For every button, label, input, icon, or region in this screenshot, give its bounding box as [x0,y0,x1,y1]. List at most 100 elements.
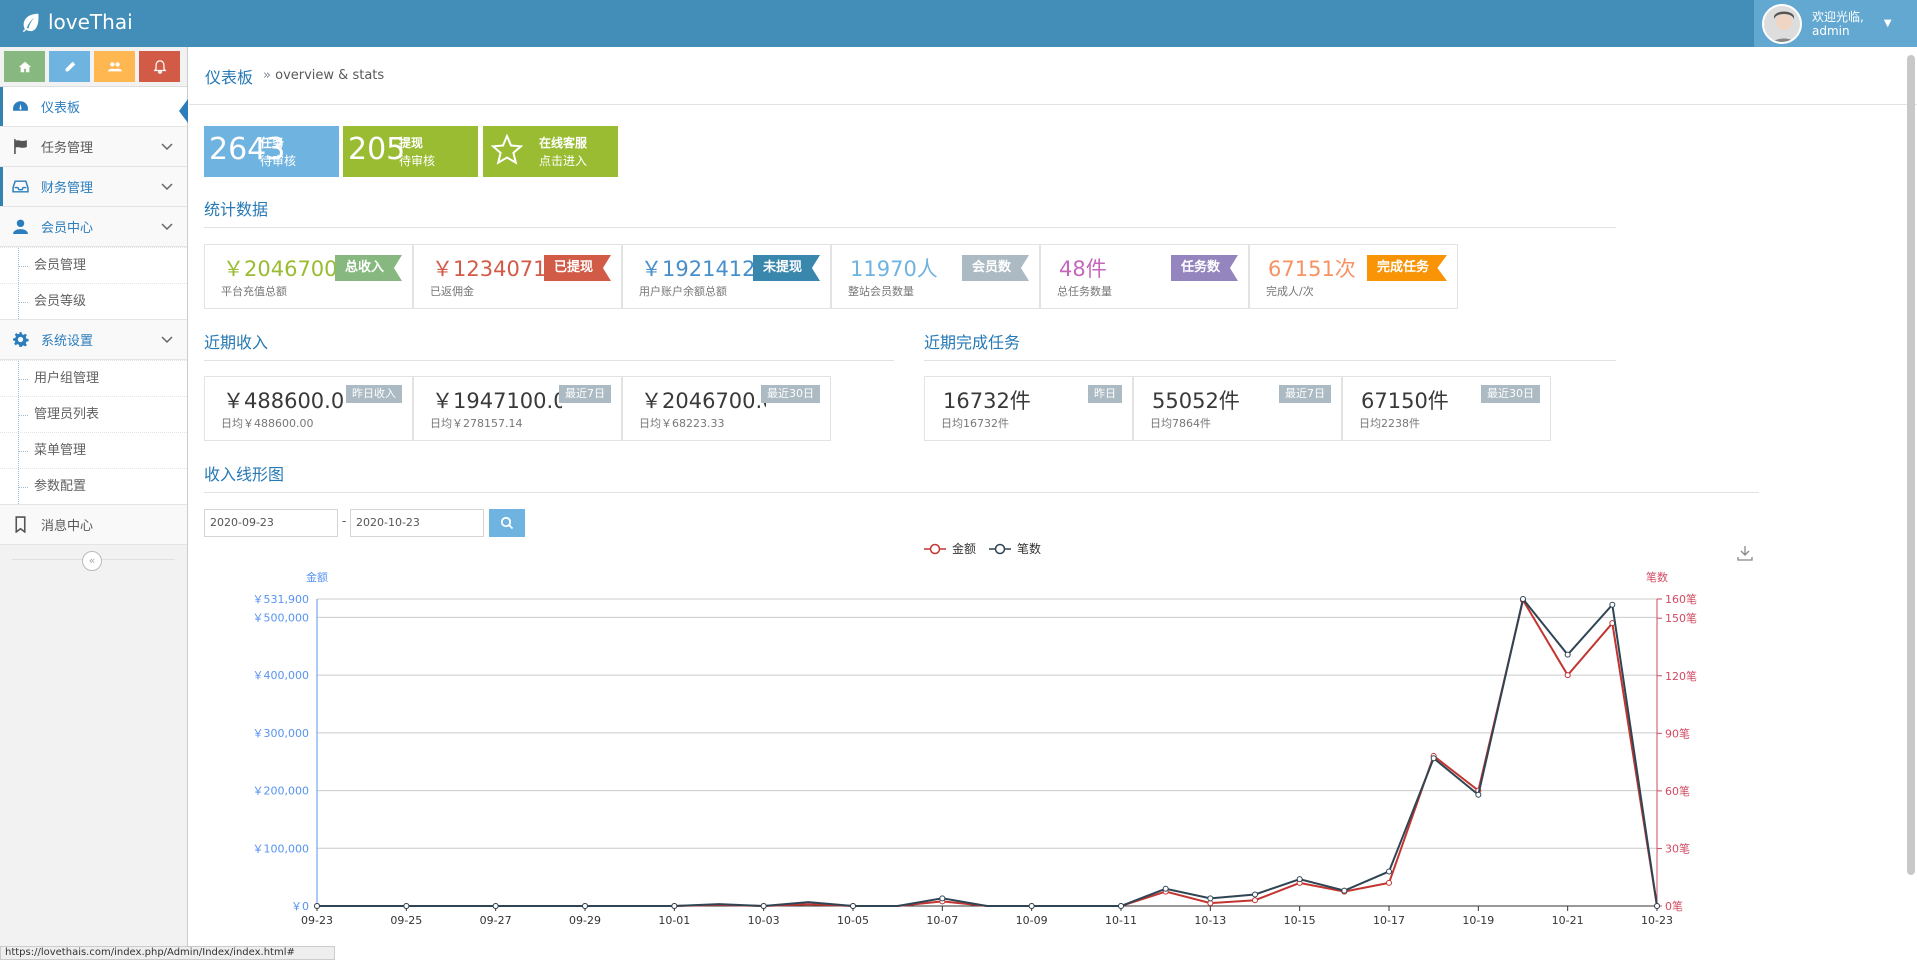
online-support-infobox[interactable]: 在线客服 点击进入 [483,126,618,177]
pending-withdraw-title: 提现 [399,136,424,150]
sidebar-subitem-admin-list[interactable]: 管理员列表 [0,396,187,432]
sidebar-item-members[interactable]: 会员中心 [0,207,187,247]
inbox-icon [11,180,29,193]
tasks-sub: 日均2238件 [1359,417,1420,430]
stat-label: 平台充值总额 [221,285,287,298]
income-value: ￥1947100.00 [432,389,562,413]
tasks-sub: 日均7864件 [1150,417,1211,430]
income-sub: 日均￥68223.33 [639,417,725,430]
stat-label: 完成人/次 [1266,285,1314,298]
leaf-icon [22,13,39,33]
stat-commission: ￥1234071.00 已提现 已返佣金 [413,244,622,309]
tasks-7d: 55052件 最近7日 日均7864件 [1133,376,1342,441]
section-title-recent-tasks: 近期完成任务 [924,331,1616,361]
tasks-yesterday: 16732件 昨日 日均16732件 [924,376,1133,441]
sidebar-item-tasks[interactable]: 任务管理 [0,127,187,167]
sidebar-item-settings[interactable]: 系统设置 [0,320,187,360]
chevron-down-icon [161,336,173,344]
bell-shortcut-button[interactable] [139,51,180,82]
status-bar-url: https://lovethais.com/index.php/Admin/In… [0,946,335,960]
bell-icon [153,59,166,74]
tasks-tag: 最近30日 [1481,385,1540,403]
scrollbar[interactable] [1907,55,1915,875]
stat-ribbon: 会员数 [961,255,1029,281]
sidebar-subitem-params[interactable]: 参数配置 [0,468,187,504]
stat-value: ￥2046700.00 [223,257,353,281]
online-support-sub: 点击进入 [539,154,588,168]
search-button[interactable] [489,509,525,537]
edit-shortcut-button[interactable] [49,51,90,82]
users-shortcut-button[interactable] [94,51,135,82]
stat-value: ￥1234071.00 [432,257,562,281]
stat-completions: 67151次 完成任务 完成人/次 [1249,244,1458,309]
sidebar-item-label: 财务管理 [41,181,94,196]
sidebar-item-label: 系统设置 [41,334,94,349]
income-value: ￥488600.00 [223,389,343,413]
tasks-tag: 昨日 [1088,385,1122,403]
sidebar-subitem-member-level[interactable]: 会员等级 [0,283,187,319]
caret-down-icon: ▼ [1883,18,1892,29]
members-submenu: 会员管理 会员等级 [0,247,187,320]
stat-ribbon: 总收入 [334,255,402,281]
end-date-input[interactable]: 2020-10-23 [350,509,484,537]
sidebar-subitem-member-manage[interactable]: 会员管理 [0,247,187,283]
stat-value: 48件 [1059,257,1107,281]
sidebar-item-label: 消息中心 [41,519,94,534]
stat-ribbon: 任务数 [1170,255,1238,281]
stat-label: 整站会员数量 [848,285,914,298]
income-7d: ￥1947100.00 最近7日 日均￥278157.14 [413,376,622,441]
pending-tasks-infobox[interactable]: 2643 任务 待审核 [204,126,339,177]
top-navbar: loveThai 欢迎光临, admin ▼ [0,0,1917,47]
sidebar-item-messages[interactable]: 消息中心 [0,505,187,545]
section-title-recent-income: 近期收入 [204,331,894,361]
start-date-input[interactable]: 2020-09-23 [204,509,338,537]
stat-value: ￥1921412.00 [641,257,771,281]
income-sub: 日均￥278157.14 [430,417,523,430]
pending-tasks-sub: 待审核 [260,154,297,168]
income-sub: 日均￥488600.00 [221,417,314,430]
stat-members: 11970人 会员数 整站会员数量 [831,244,1040,309]
sidebar-collapse: « [0,545,187,575]
income-tag: 最近30日 [761,385,820,403]
pending-withdraw-count: 205 [348,132,406,167]
home-shortcut-button[interactable] [4,51,45,82]
tasks-value: 16732件 [943,389,1031,413]
gear-icon [12,332,29,347]
tasks-tag: 最近7日 [1279,385,1331,403]
pending-tasks-title: 任务 [260,136,285,150]
avatar [1762,3,1802,44]
dashboard-icon [12,101,28,111]
stat-ribbon: 完成任务 [1366,255,1447,281]
stat-label: 已返佣金 [430,285,474,298]
search-icon [500,516,514,530]
breadcrumb-separator: » [263,68,271,83]
section-title-stats: 统计数据 [204,198,1616,228]
sidebar-subitem-menu-manage[interactable]: 菜单管理 [0,432,187,468]
user-menu[interactable]: 欢迎光临, admin ▼ [1754,0,1917,47]
tasks-value: 67150件 [1361,389,1449,413]
sidebar-item-dashboard[interactable]: 仪表板 [0,87,188,127]
date-range-separator: - [342,514,347,528]
brand[interactable]: loveThai [20,10,133,34]
stat-ribbon: 未提现 [752,255,820,281]
sidebar-subitem-user-groups[interactable]: 用户组管理 [0,360,187,396]
brand-name: loveThai [48,10,133,34]
chevron-down-icon [161,143,173,151]
page-subtitle: overview & stats [275,68,385,83]
user-greeting: 欢迎光临, [1812,9,1864,24]
pending-withdraw-sub: 待审核 [399,154,436,168]
pending-withdraw-infobox[interactable]: 205 提现 待审核 [343,126,478,177]
flag-icon [13,139,27,154]
stat-value: 11970人 [850,257,938,281]
user-icon [12,219,28,234]
chevron-down-icon [161,183,173,191]
stat-label: 总任务数量 [1057,285,1112,298]
income-tag: 昨日收入 [346,385,402,403]
page-title: 仪表板 [205,67,254,87]
stat-balance: ￥1921412.00 未提现 用户账户余额总额 [622,244,831,309]
breadcrumb: 仪表板 » overview & stats [189,47,1917,105]
sidebar-collapse-button[interactable]: « [82,551,102,571]
sidebar-item-finance[interactable]: 财务管理 [0,167,187,207]
sidebar-item-label: 任务管理 [41,141,94,156]
bookmark-icon [14,516,26,533]
